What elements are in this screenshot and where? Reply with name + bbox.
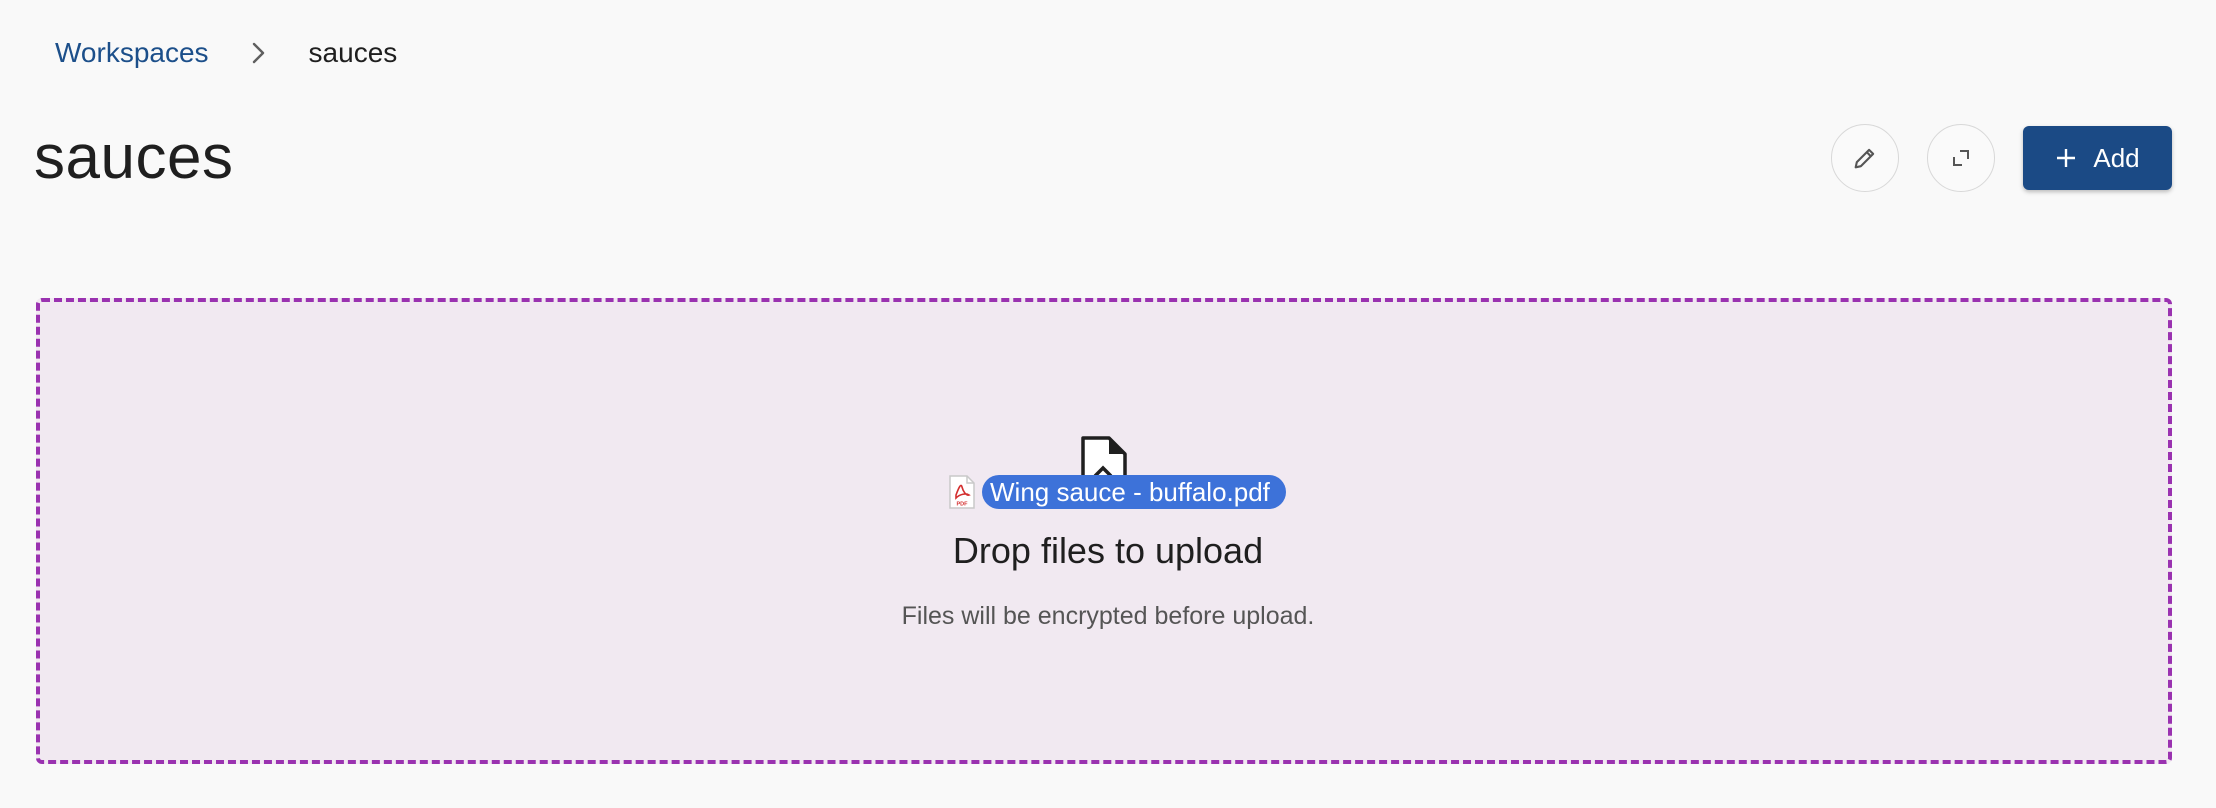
- dragged-file-name: Wing sauce - buffalo.pdf: [982, 475, 1286, 509]
- breadcrumb-workspaces-link[interactable]: Workspaces: [55, 37, 209, 69]
- dropzone-title: Drop files to upload: [952, 530, 1264, 571]
- dragged-file: PDF Wing sauce - buffalo.pdf: [948, 474, 1286, 510]
- expand-button[interactable]: [1927, 124, 1995, 192]
- expand-icon: [1953, 150, 1969, 166]
- add-button-label: Add: [2093, 142, 2140, 173]
- breadcrumb: Workspaces sauces: [55, 33, 397, 73]
- plus-icon: [2057, 149, 2076, 167]
- breadcrumb-current: sauces: [308, 37, 398, 68]
- dropzone-subtitle: Files will be encrypted before upload.: [901, 602, 1315, 630]
- workspace-page: Workspaces sauces sauces Add PDF Wing sa…: [0, 0, 2216, 808]
- page-title: sauces: [34, 123, 234, 192]
- chevron-right-icon: [239, 41, 279, 65]
- edit-button[interactable]: [1831, 124, 1899, 192]
- add-button[interactable]: Add: [2023, 126, 2172, 190]
- svg-text:PDF: PDF: [957, 502, 969, 508]
- pdf-icon: PDF: [949, 475, 975, 509]
- pencil-icon: [1854, 148, 1875, 169]
